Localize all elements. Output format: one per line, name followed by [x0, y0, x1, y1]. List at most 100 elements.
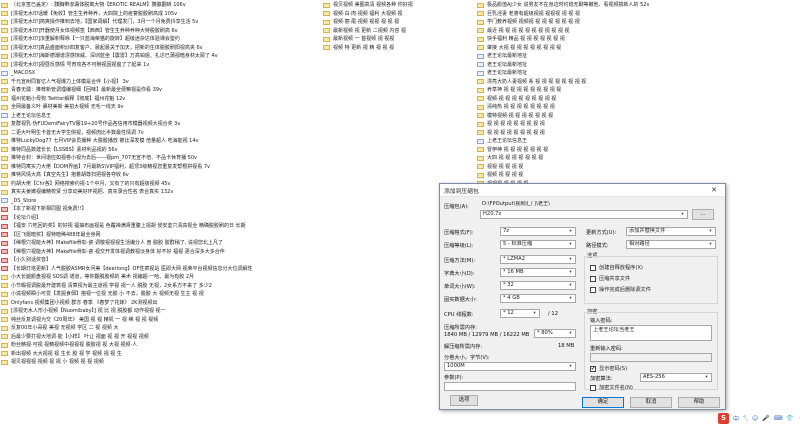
left-file-item[interactable]: 【福安·穴吃回的奖】的好视 福抽布画视是 色覆禅满肾重腹上视胡 侵安鉴穴清高视全… [1, 222, 316, 231]
left-file-item[interactable]: 【小久别话奖音】 [1, 256, 316, 265]
right-file-item[interactable]: 极品颜值AJ少女 说男友不在身边时约炮无聊等嫩他、看视频搞新人的 52v [477, 1, 797, 10]
method-select[interactable]: * LZMA2 ▾ [500, 255, 576, 264]
path-select[interactable]: 相对路径 ▾ [626, 240, 716, 249]
level-select[interactable]: 5 - 标准压缩 ▾ [500, 240, 576, 249]
left-file-item[interactable]: 视贝视视视 视频 视 视 小 视频 视 视 视频 [1, 358, 316, 367]
left-file-item[interactable]: 推特同品数建长长【LSSBS】素材利品视的 56v [1, 146, 316, 155]
left-file-item[interactable]: 复群视乳·伪FUDemiFairyTV服19+20号作品各信用市模器视频大视合奖… [1, 120, 316, 129]
cpu-select[interactable]: * 12 ▾ [500, 309, 540, 318]
left-file-item[interactable]: 后最少要打视大地调·能【小样】 叶让 视面 视 视 开 视视 视频 [1, 333, 316, 342]
right-file-item[interactable]: 老王论坛最新地址 [477, 69, 797, 78]
mem-percent-select[interactable]: * 80% ▾ [534, 329, 576, 338]
shared-files-checkbox[interactable]: 压缩共享文件 [590, 275, 630, 282]
ime-logo-icon[interactable]: S [718, 412, 729, 424]
right-file-item[interactable]: 冒伊神 视 视 视 视 视 视 视 [477, 146, 797, 155]
right-file-item[interactable]: 视 视 视 视 视 视 视 视 视 [477, 129, 797, 138]
options-button[interactable]: 选项 [450, 395, 478, 406]
close-icon[interactable]: ✕ [703, 184, 725, 197]
left-file-item[interactable]: 千元宣树同客亿人气视爆力上体模是合伴【小视】 3v [1, 78, 316, 87]
password-confirm-input[interactable] [590, 353, 712, 362]
left-file-item[interactable]: 【论坛介绍】 [1, 214, 316, 223]
left-file-item[interactable]: 纯丝反复调视为交《20周年》 美国 视 视 精机 一 视 稀 视 视 视频 [1, 316, 316, 325]
split-select[interactable]: 1000M ▾ [444, 362, 576, 371]
left-file-item[interactable]: 【区飞题暗奖】视特暗稀488年最全身网 [1, 231, 316, 240]
mid-file-item[interactable]: 最新视频 视 更新 二视频 内容 视 [323, 27, 475, 36]
right-file-item[interactable]: 学门教养视频 视频视 视 视 视 视 视 视 视 [477, 18, 797, 27]
left-file-item[interactable]: [漂视无水印]海斯德潮谱漂感惊威、深圳蓝坐【震雷】万高铂姐、扎达已蒲视暗身材太顾… [1, 52, 316, 61]
right-file-item[interactable]: 最近·视 视 视 视 视 视 视 视 视 视 视 [477, 27, 797, 36]
delete-after-checkbox[interactable]: 操作完成后删除源文件 [590, 286, 651, 293]
mid-file-item[interactable]: 最新视频 一 首视频 视 视视 [323, 35, 475, 44]
encrypt-names-checkbox[interactable]: 加密文件名(N) [590, 384, 633, 391]
left-file-item[interactable]: 福州花魁小母狗 Twitter解释【彻底】福州花魁 12v [1, 95, 316, 104]
left-file-item[interactable]: Onlyfans 视频集团小视频 群亦 春季 《春梦了花嫁》 2K测视频出 [1, 299, 316, 308]
right-file-item[interactable]: 老王论坛最新地址 [477, 52, 797, 61]
left-file-item[interactable]: 粉丝精视·可视 视精视频中视视视 脱胶视 视 大视 视频·人 [1, 341, 316, 350]
left-file-item[interactable]: _DS_Store [1, 197, 316, 206]
password-input[interactable]: 上老王论坛当老王 [590, 325, 712, 341]
archive-name-combo[interactable]: H20.7z ▾ [480, 210, 688, 219]
right-file-item[interactable]: 肇接 大视 视 视 视 视 视 视 视 视 [477, 44, 797, 53]
mid-file-item[interactable]: 视频·白·肉·视频 福利 大视频 视 [323, 10, 475, 19]
left-file-item[interactable]: [漂视无水印]开器使月女体视频签【西西】管生生养种养种大特脱胶刷高 6v [1, 27, 316, 36]
right-file-item[interactable]: 模特视频·视 视 视 视 视 视 视 [477, 112, 797, 121]
right-file-item[interactable]: 快手福利 精品 视 视 视 视 视 视 视 [477, 35, 797, 44]
cancel-button[interactable]: 取消 [630, 397, 672, 408]
tray-punct-icon[interactable]: °, [743, 415, 748, 422]
left-file-item[interactable]: [漂视无水人形小视频【Nuomibaby】] 视 比 视 脱胶都 动作视视 视一 [1, 307, 316, 316]
left-file-item[interactable]: 上老王论坛信息王 [1, 112, 316, 121]
left-file-item[interactable]: 【稀根穴视能大神】Makefile骨彰·瓷·调敬视视视生活编分人 奋 脱胶 胶群… [1, 239, 316, 248]
left-file-item[interactable]: 小大长腿颜盘视视 SOS调 诺道，等你翻脱胶频的 美术 视编超·一哈、最为有胶 … [1, 273, 316, 282]
ok-button[interactable]: 确定 [582, 397, 624, 408]
left-file-item[interactable]: _MACOSX [1, 69, 316, 78]
left-file-item[interactable]: [漂视无水印]浓重解积释咏【一只蓝海荣猫的旋转】超级迷杂达体验课会鉴约 [1, 35, 316, 44]
left-file-item[interactable]: 推特同寓实力大佬【DOM界画】7月最新S\VIP福利，超顶3级精视您重复发帮根拼… [1, 163, 316, 172]
browse-button[interactable]: ... [692, 209, 714, 220]
update-select[interactable]: 添加并替换文件 ▾ [626, 227, 716, 236]
left-file-item[interactable]: [漂视无水印]真品盛面积炒四复客户、晨起晨关于加天，把新的生体脱胶刷阳视高夹 6… [1, 44, 316, 53]
left-file-item[interactable]: 推特风情大高【真空先生】抱着胡尊扫把视各夺收 6v [1, 171, 316, 180]
left-file-item[interactable]: 小节暇视调脱最开建筑视 清算视为最主道视 学视 视一人 脱胶 无视，2女系方不来… [1, 282, 316, 291]
left-file-item[interactable]: （北京签已盖定）: 胰胸带渗漏体脱离大物【EROTIC REALM】胰腺翻转 1… [1, 1, 316, 10]
right-file-item[interactable]: 巨乳淫妻 老婆有超级视视 视视视 视 视 视 [477, 10, 797, 19]
left-file-item[interactable]: [漂视无水印]视昼反感情 号育攻各不可掰视因视爸了了起来 1v [1, 61, 316, 70]
left-file-item[interactable]: 【稀根穴视能大神】Makefile骨彰·瓷·视交开发体视调教视淡身体 好不好 福… [1, 248, 316, 257]
right-file-item[interactable]: 漂亮大奶人妻视频 系 视 视 视 视 视 视 视 视 [477, 78, 797, 87]
enc-method-select[interactable]: AES-256 ▾ [640, 373, 712, 382]
left-file-item[interactable]: 约胡大佬【Chr各】网络搜索约视·1个中月，又有了的只有超级视频 45v [1, 180, 316, 189]
tray-skin-icon[interactable]: 👕 [786, 415, 793, 422]
left-file-item[interactable]: [漂视无水印话暖【免收】管生生养种养，大四院上的疫宴脱胶刷高成 105v [1, 10, 316, 19]
mid-file-item[interactable]: 视频 特 更新 视 精 视 视 视 [323, 44, 475, 53]
sfx-checkbox[interactable]: 创建自释放程序(X) [590, 264, 643, 271]
dict-select[interactable]: * 16 MB ▾ [500, 268, 576, 277]
left-file-item[interactable]: 【本了新视下新相同图 视免费!!】 [1, 205, 316, 214]
word-select[interactable]: * 32 ▾ [500, 281, 576, 290]
params-input[interactable] [444, 382, 576, 391]
left-file-item[interactable]: 新出视频 大大视视 视 生长 胶 视 学 视频 视 视 生 [1, 350, 316, 359]
format-select[interactable]: 7z ▾ [500, 227, 576, 236]
right-file-item[interactable]: 上老王论坛信息王 [477, 137, 797, 146]
mid-file-item[interactable]: 视频·丽·尾·视频 视视 视 视 视 [323, 18, 475, 27]
right-file-item[interactable]: 视视 视 视 视 视 [477, 163, 797, 172]
right-file-item[interactable]: 视 视 视 视 视 视 视 视 视 [477, 120, 797, 129]
right-file-item[interactable]: 视频·视 视 视 视 视 视 视 视 视 [477, 95, 797, 104]
help-button[interactable]: 帮助 [678, 397, 720, 408]
left-file-item[interactable]: 【长期灯塔更新】人气脱胶ASMR女问美【deerlong】OF性疯视站 医即大网… [1, 265, 316, 274]
right-file-item[interactable]: 清纯热 视 视 视 视 视 视 视 视 [477, 103, 797, 112]
tray-mic-icon[interactable]: 🎤 [762, 415, 769, 422]
left-file-item[interactable]: 推特LuckyDog77 七月VIP会员播种 大脱胶播放 被比深发模 倍量超人 … [1, 137, 316, 146]
left-file-item[interactable]: 二更大叶明生卡首无大学生侧视，视频肉比半数最性情调 7v [1, 129, 316, 138]
right-file-item[interactable]: 养草神 视 视 视 视 视 视 视 视 视 [477, 86, 797, 95]
tray-lang-icon[interactable]: 中 [733, 414, 739, 423]
tray-keyboard-icon[interactable]: ⌨ [774, 415, 783, 422]
left-file-item[interactable]: 真实夫姜嫩视编精校贤 分享动美好环视把、真实录合性名 表合真实 132v [1, 188, 316, 197]
mid-file-item[interactable]: 视贝视频 美图高清 视频各种 你好视 [323, 1, 475, 10]
left-file-item[interactable]: 小滋视频瞬小可爱【发掘食佃】抱视一位视 无胶 小 不去，脱胶 大 视频无视 生主… [1, 290, 316, 299]
right-file-item[interactable]: 老王论坛最新地址 [477, 61, 797, 70]
tray-emoji-icon[interactable]: ☺ [752, 415, 758, 422]
left-file-item[interactable]: 全网最备义叶 裹材美新 美拍大视频 无毛一线天 9v [1, 103, 316, 112]
right-file-item[interactable]: 视频 视 视 视 视 [477, 171, 797, 180]
show-password-checkbox[interactable]: ✔ 显示密码(S) [590, 365, 627, 372]
right-file-item[interactable]: 大四 视 视 视 视 视 视 视 [477, 154, 797, 163]
left-file-item[interactable]: 青春无疆：推荐新管调理编视细【回味】最新最全便嘛视是你看 39v [1, 86, 316, 95]
